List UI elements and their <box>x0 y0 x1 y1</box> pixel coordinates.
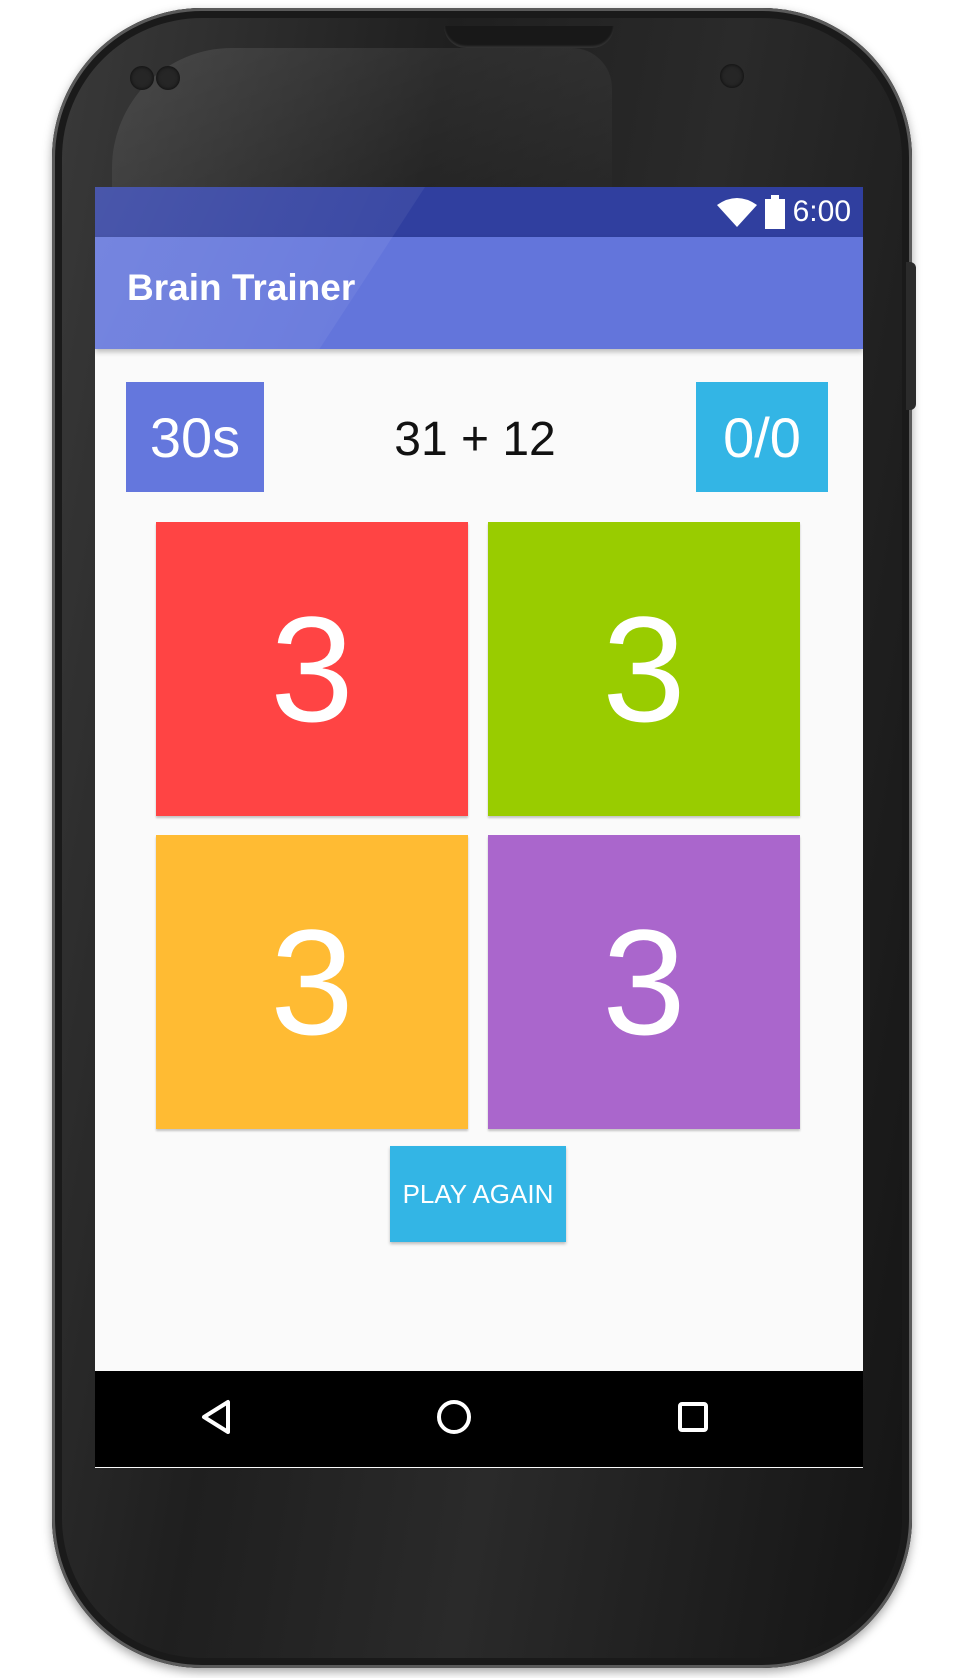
sensor-dot <box>130 66 154 90</box>
status-icons: 6:00 <box>716 187 851 237</box>
phone-screen: 6:00 Brain Trainer 30s 31 + 12 0/0 3 3 3… <box>95 187 863 1468</box>
question-text: 31 + 12 <box>394 412 556 466</box>
front-camera <box>720 64 744 88</box>
score-display: 0/0 <box>696 382 828 492</box>
status-time: 6:00 <box>792 195 851 228</box>
recents-icon <box>673 1397 713 1441</box>
app-title: Brain Trainer <box>127 267 356 308</box>
timer-display: 30s <box>126 382 264 492</box>
play-again-button[interactable]: PLAY AGAIN <box>390 1146 566 1242</box>
home-button[interactable] <box>424 1389 484 1449</box>
answer-button-2[interactable]: 3 <box>488 522 800 816</box>
recents-button[interactable] <box>663 1389 723 1449</box>
answer-button-1[interactable]: 3 <box>156 522 468 816</box>
answer-button-3[interactable]: 3 <box>156 835 468 1129</box>
power-button <box>906 262 916 410</box>
home-icon <box>434 1397 474 1441</box>
navigation-bar <box>95 1371 863 1467</box>
wifi-icon <box>716 197 757 227</box>
answer-button-4[interactable]: 3 <box>488 835 800 1129</box>
sensor-dot <box>156 66 180 90</box>
back-button[interactable] <box>187 1389 247 1449</box>
app-bar: Brain Trainer <box>95 237 863 349</box>
earpiece-speaker <box>444 26 614 48</box>
back-icon <box>197 1397 237 1441</box>
battery-icon <box>764 195 785 229</box>
